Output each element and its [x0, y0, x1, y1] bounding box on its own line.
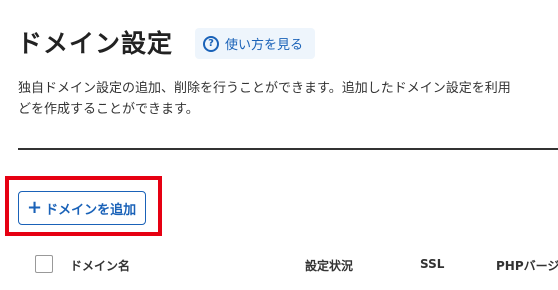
add-domain-button[interactable]: + ドメインを追加 [18, 191, 146, 225]
column-header-status[interactable]: 設定状況 [305, 257, 353, 274]
divider [18, 148, 558, 150]
description-line-2: どを作成することができます。 [18, 102, 199, 117]
select-all-checkbox[interactable] [35, 255, 53, 273]
column-header-php[interactable]: PHPバージョ [496, 257, 558, 274]
add-domain-label: ドメインを追加 [45, 202, 137, 218]
question-circle-icon: ? [203, 35, 219, 52]
help-button[interactable]: ? 使い方を見る [195, 28, 315, 59]
help-button-label: 使い方を見る [225, 38, 304, 53]
plus-icon: + [27, 197, 43, 218]
description-line-1: 独自ドメイン設定の追加、削除を行うことができます。追加したドメイン設定を利用 [18, 81, 511, 96]
column-header-domain[interactable]: ドメイン名 [70, 257, 130, 274]
page-description: 独自ドメイン設定の追加、削除を行うことができます。追加したドメイン設定を利用 ど… [18, 78, 558, 120]
column-header-ssl[interactable]: SSL [420, 257, 444, 271]
page-title: ドメイン設定 [17, 29, 174, 58]
table-header: ドメイン名 設定状況 SSL PHPバージョ [0, 250, 558, 280]
